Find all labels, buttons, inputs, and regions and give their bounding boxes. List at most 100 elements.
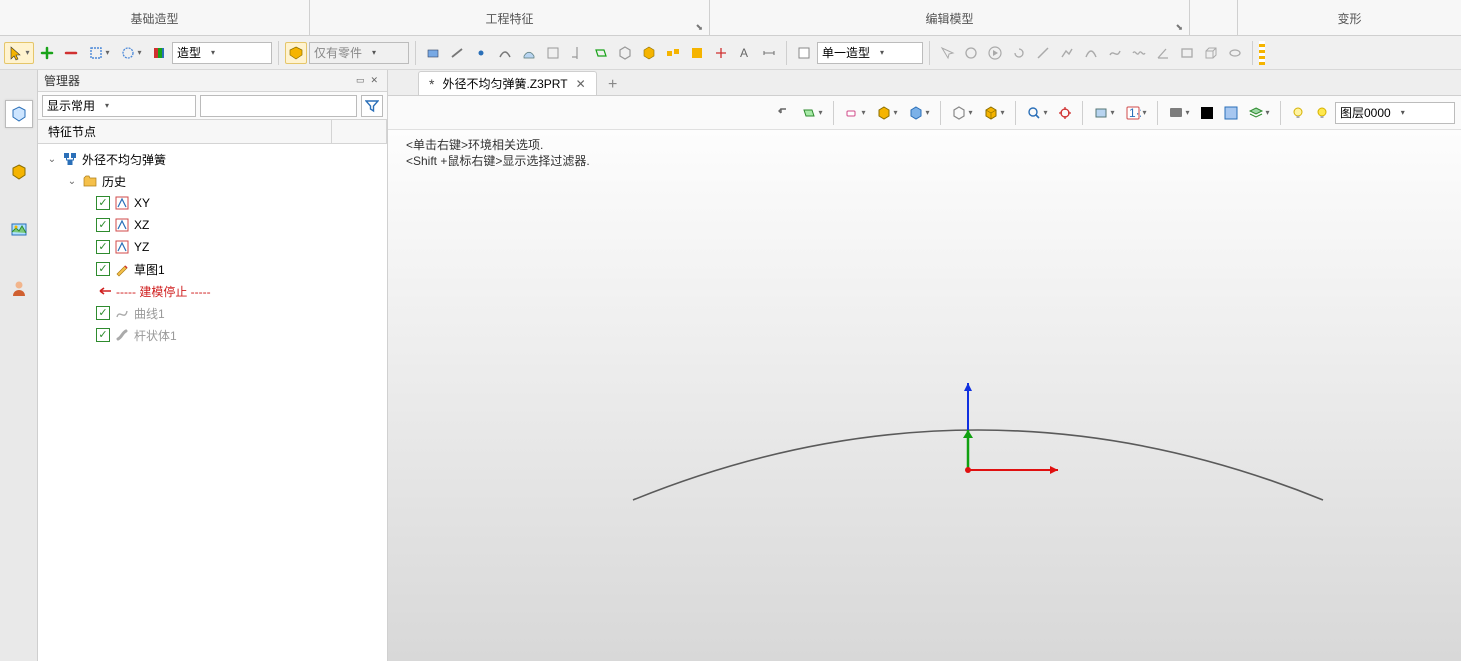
ribbon-cat-edit[interactable]: 编辑模型 ⬊ (710, 0, 1190, 36)
visibility-checkbox[interactable]: ✓ (96, 328, 110, 342)
visibility-checkbox[interactable]: ✓ (96, 262, 110, 276)
ribbon-cat-extra[interactable] (1190, 0, 1238, 36)
grid-button[interactable] (1089, 102, 1119, 124)
shaded-blue-button[interactable] (904, 102, 934, 124)
color-black-swatch[interactable] (1196, 102, 1218, 124)
box-tool-button[interactable] (1200, 42, 1222, 64)
filter-edge-button[interactable] (446, 42, 468, 64)
render-mode-button[interactable] (1164, 102, 1194, 124)
layers-vis-button[interactable] (1244, 102, 1274, 124)
target-button[interactable] (1054, 102, 1076, 124)
filter-asm-button[interactable] (662, 42, 684, 64)
tree-header-col[interactable]: 特征节点 (44, 120, 332, 143)
filter-plane-button[interactable] (590, 42, 612, 64)
build-combo[interactable]: 单一造型▾ (817, 42, 923, 64)
hidden-line-button[interactable] (979, 102, 1009, 124)
shaded-gold-button[interactable] (872, 102, 902, 124)
remove-selection-button[interactable] (60, 42, 82, 64)
tree-plane-xy-node[interactable]: ✓ XY (38, 192, 387, 214)
nav-part-button[interactable] (5, 158, 33, 186)
filter-surface-button[interactable] (518, 42, 540, 64)
arc-tool-button[interactable] (1080, 42, 1102, 64)
nav-user-button[interactable] (5, 274, 33, 302)
filter-part-button[interactable] (638, 42, 660, 64)
feature-tree[interactable]: ⌄ 外径不均匀弹簧 ⌄ 历史 ✓ XY ✓ XZ ✓ (38, 144, 387, 661)
tree-curve-node[interactable]: ✓ 曲线1 (38, 302, 387, 324)
visibility-checkbox[interactable]: ✓ (96, 218, 110, 232)
build-mode-button[interactable] (793, 42, 815, 64)
toolbar-overflow-grip[interactable] (1259, 41, 1265, 65)
ellipse-tool-button[interactable] (1224, 42, 1246, 64)
zoom-button[interactable] (1022, 102, 1052, 124)
new-tab-button[interactable]: + (603, 75, 623, 95)
filter-text-button[interactable]: A (734, 42, 756, 64)
ribbon-cat-deform[interactable]: 变形 (1238, 0, 1461, 36)
ribbon-cat-basic[interactable]: 基础造型 (0, 0, 310, 36)
measure-button[interactable] (960, 42, 982, 64)
filter-feature-button[interactable] (686, 42, 708, 64)
spline-tool-button[interactable] (1104, 42, 1126, 64)
planes-vis-button[interactable] (797, 102, 827, 124)
expand-icon[interactable]: ⬊ (695, 22, 703, 33)
filter-button[interactable] (361, 95, 383, 117)
rod-icon (114, 327, 130, 343)
tree-plane-xz-node[interactable]: ✓ XZ (38, 214, 387, 236)
filter-datum-button[interactable] (710, 42, 732, 64)
wave-tool-button[interactable] (1128, 42, 1150, 64)
angle-tool-button[interactable] (1152, 42, 1174, 64)
visibility-checkbox[interactable]: ✓ (96, 306, 110, 320)
light-bulb-button[interactable] (1287, 102, 1309, 124)
tree-body-node[interactable]: ✓ 杆状体1 (38, 324, 387, 346)
box-select-button[interactable] (84, 42, 114, 64)
play-button[interactable] (984, 42, 1006, 64)
cursor-select-button[interactable] (4, 42, 34, 64)
tree-search-input[interactable] (200, 95, 357, 117)
visibility-checkbox[interactable]: ✓ (96, 240, 110, 254)
color-select-button[interactable] (148, 42, 170, 64)
ribbon-cat-engineering[interactable]: 工程特征 ⬊ (310, 0, 710, 36)
selection-mode-combo[interactable]: 造型▾ (172, 42, 272, 64)
viewport-3d[interactable]: <单击右键>环境相关选项. <Shift +鼠标右键>显示选择过滤器. (388, 130, 1461, 661)
filter-dim-button[interactable] (758, 42, 780, 64)
ribbon-cat-label: 变形 (1337, 12, 1361, 26)
filter-axis-button[interactable] (566, 42, 588, 64)
collapse-icon[interactable]: ⌄ (46, 154, 58, 165)
visibility-checkbox[interactable]: ✓ (96, 196, 110, 210)
layer-combo[interactable]: 图层0000▾ (1335, 102, 1455, 124)
tree-stop-marker[interactable]: ----- 建模停止 ----- (38, 280, 387, 302)
panel-float-icon[interactable]: ▭ (353, 75, 368, 86)
light-on-button[interactable] (1311, 102, 1333, 124)
lasso-select-button[interactable] (116, 42, 146, 64)
wireframe-button[interactable] (947, 102, 977, 124)
close-icon[interactable]: ✕ (576, 77, 586, 91)
undo-view-button[interactable] (773, 102, 795, 124)
show-mode-combo[interactable]: 显示常用▾ (42, 95, 196, 117)
filter-sketch-button[interactable] (542, 42, 564, 64)
color-blue-swatch[interactable] (1220, 102, 1242, 124)
eraser-button[interactable] (840, 102, 870, 124)
tree-sketch-node[interactable]: ✓ 草图1 (38, 258, 387, 280)
pick-point-button[interactable] (936, 42, 958, 64)
add-selection-button[interactable] (36, 42, 58, 64)
nav-model-tree-button[interactable] (5, 100, 33, 128)
expand-icon[interactable]: ⬊ (1175, 22, 1183, 33)
nav-image-button[interactable] (5, 216, 33, 244)
document-tab[interactable]: * 外径不均匀弹簧.Z3PRT ✕ (418, 71, 597, 95)
scope-combo[interactable]: 仅有零件▾ (309, 42, 409, 64)
rect-tool-button[interactable] (1176, 42, 1198, 64)
panel-close-icon[interactable]: ✕ (367, 75, 381, 86)
tree-history-node[interactable]: ⌄ 历史 (38, 170, 387, 192)
filter-vertex-button[interactable] (470, 42, 492, 64)
filter-curve-button[interactable] (494, 42, 516, 64)
tree-root-node[interactable]: ⌄ 外径不均匀弹簧 (38, 148, 387, 170)
tree-plane-yz-node[interactable]: ✓ YZ (38, 236, 387, 258)
polyline-tool-button[interactable] (1056, 42, 1078, 64)
rotate-button[interactable] (1008, 42, 1030, 64)
chevron-down-icon: ▾ (105, 101, 109, 110)
filter-face-button[interactable] (422, 42, 444, 64)
collapse-icon[interactable]: ⌄ (66, 176, 78, 187)
filter-body-button[interactable] (614, 42, 636, 64)
view-orient-button[interactable]: 1·2 (1121, 102, 1151, 124)
scope-button[interactable] (285, 42, 307, 64)
line-tool-button[interactable] (1032, 42, 1054, 64)
